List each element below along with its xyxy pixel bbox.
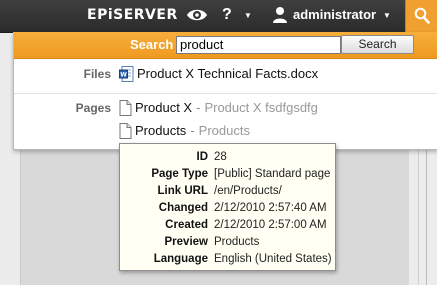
tooltip-key: Changed <box>158 202 208 214</box>
search-label: Search <box>130 37 174 52</box>
search-icon <box>414 7 430 24</box>
tooltip-key: Link URL <box>157 185 208 197</box>
background-divider <box>418 140 419 285</box>
view-mode-button[interactable] <box>186 6 208 24</box>
section-divider <box>14 93 437 94</box>
page-result-item[interactable]: Product X - Product X fsdfgsdfg <box>119 99 318 117</box>
word-document-icon: W <box>119 66 134 87</box>
page-result-title: Product X <box>135 100 193 115</box>
search-bar: Search Search <box>14 32 437 59</box>
search-results-panel: Search Search Files W Product X Technica… <box>13 32 437 150</box>
user-chevron-down-icon[interactable]: ▼ <box>383 8 391 24</box>
tooltip-key: ID <box>196 151 209 163</box>
tooltip-value: /en/Products/ <box>214 185 282 197</box>
tooltip-value: 2/12/2010 2:57:40 AM <box>214 202 327 214</box>
tooltip-row-link-url: Link URL /en/Products/ <box>120 183 335 199</box>
pages-section-label: Pages <box>75 101 111 115</box>
tooltip-row-language: Language English (United States) <box>120 251 335 267</box>
page-result-path: Products <box>198 123 250 138</box>
eye-icon <box>187 9 207 21</box>
page-result-item[interactable]: Products - Products <box>119 122 250 140</box>
file-result-item[interactable]: W Product X Technical Facts.docx <box>119 65 318 83</box>
page-icon <box>119 100 132 121</box>
help-button[interactable]: ? <box>222 4 232 26</box>
episerver-logo: EPiSERVER <box>87 7 178 23</box>
tooltip-key: Page Type <box>151 168 208 180</box>
tooltip-value: 28 <box>214 151 227 163</box>
page-result-title: Products <box>135 123 187 138</box>
page-result-separator: - <box>190 123 195 138</box>
tooltip-key: Preview <box>164 236 208 248</box>
tooltip-value: [Public] Standard page <box>214 168 331 180</box>
tooltip-key: Created <box>165 219 208 231</box>
file-result-title: Product X Technical Facts.docx <box>137 66 319 81</box>
tooltip-value: English (United States) <box>214 253 332 265</box>
tooltip-value: Products <box>214 236 260 248</box>
tooltip-row-page-type: Page Type [Public] Standard page <box>120 166 335 182</box>
help-chevron-down-icon[interactable]: ▼ <box>244 7 252 25</box>
tooltip-row-id: ID 28 <box>120 149 335 165</box>
search-toggle-button[interactable] <box>405 0 437 32</box>
svg-text:W: W <box>120 72 127 79</box>
search-button[interactable]: Search <box>341 35 414 54</box>
global-toolbar: EPiSERVER ? ▼ administrator ▼ <box>0 0 437 33</box>
tooltip-value: 2/12/2010 2:57:00 AM <box>214 219 327 231</box>
tooltip-row-changed: Changed 2/12/2010 2:57:40 AM <box>120 200 335 216</box>
user-menu-button[interactable]: administrator <box>293 7 376 23</box>
page-result-path: Product X fsdfgsdfg <box>204 100 318 115</box>
tooltip-row-preview: Preview Products <box>120 234 335 250</box>
tooltip-key: Language <box>153 253 208 265</box>
tooltip-row-created: Created 2/12/2010 2:57:00 AM <box>120 217 335 233</box>
page-icon <box>119 123 132 144</box>
page-result-separator: - <box>196 100 201 115</box>
search-input[interactable] <box>176 36 341 54</box>
user-icon[interactable] <box>272 6 288 24</box>
files-section-label: Files <box>83 67 111 81</box>
page-info-tooltip: ID 28 Page Type [Public] Standard page L… <box>119 143 336 271</box>
background-scroll-track <box>426 140 427 285</box>
